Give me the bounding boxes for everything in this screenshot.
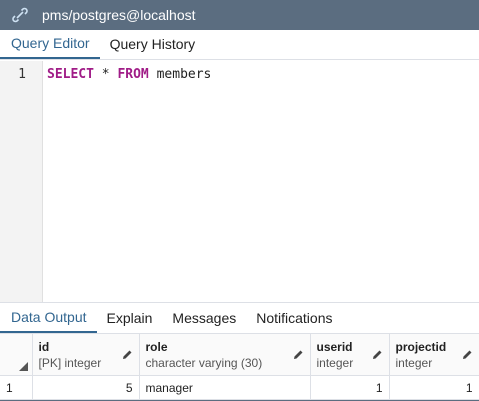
- editor-tabs: Query Editor Query History: [0, 30, 479, 60]
- table-row[interactable]: 1 5 manager 1 1: [0, 375, 479, 400]
- column-header-role[interactable]: role character varying (30): [139, 334, 311, 376]
- column-name: role: [145, 340, 168, 354]
- select-star: *: [93, 67, 118, 82]
- edit-pencil-icon[interactable]: [462, 349, 473, 360]
- connection-link-icon[interactable]: [0, 0, 40, 30]
- column-name: id: [38, 340, 50, 354]
- cell-role[interactable]: manager: [139, 375, 311, 400]
- line-gutter: 1: [0, 61, 43, 302]
- tab-messages[interactable]: Messages: [162, 302, 246, 333]
- row-number[interactable]: 1: [0, 375, 33, 400]
- line-number: 1: [18, 67, 26, 82]
- corner-triangle-icon: [18, 361, 28, 371]
- sql-editor[interactable]: 1 SELECT * FROM members: [0, 61, 479, 302]
- table-name: members: [148, 67, 212, 82]
- data-grid: id [PK] integer role character varying (…: [0, 334, 479, 400]
- keyword-select: SELECT: [47, 67, 94, 82]
- column-header-id[interactable]: id [PK] integer: [32, 334, 140, 376]
- connection-title: pms/postgres@localhost: [42, 7, 196, 23]
- keyword-from: FROM: [117, 67, 149, 82]
- cell-userid[interactable]: 1: [310, 375, 390, 400]
- column-type: [PK] integer: [38, 356, 102, 370]
- column-type: character varying (30): [145, 356, 263, 370]
- column-header-userid[interactable]: userid integer: [310, 334, 390, 376]
- cell-id[interactable]: 5: [32, 375, 140, 400]
- tab-data-output[interactable]: Data Output: [0, 302, 97, 333]
- select-all-corner[interactable]: [0, 334, 33, 376]
- tab-notifications[interactable]: Notifications: [246, 302, 342, 333]
- tab-query-editor[interactable]: Query Editor: [0, 29, 100, 59]
- tab-explain[interactable]: Explain: [97, 302, 163, 333]
- grid-header-row: id [PK] integer role character varying (…: [0, 334, 479, 376]
- output-tabs: Data Output Explain Messages Notificatio…: [0, 302, 479, 334]
- connection-bar: pms/postgres@localhost: [0, 0, 479, 30]
- tab-query-history[interactable]: Query History: [100, 29, 206, 59]
- cell-projectid[interactable]: 1: [389, 375, 479, 400]
- sql-code-line[interactable]: SELECT * FROM members: [47, 67, 211, 82]
- edit-pencil-icon[interactable]: [372, 349, 383, 360]
- edit-pencil-icon[interactable]: [122, 349, 133, 360]
- edit-pencil-icon[interactable]: [293, 349, 304, 360]
- column-header-projectid[interactable]: projectid integer: [389, 334, 479, 376]
